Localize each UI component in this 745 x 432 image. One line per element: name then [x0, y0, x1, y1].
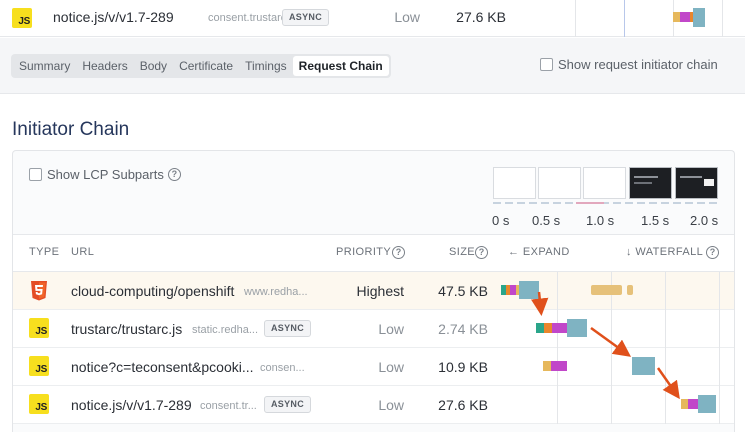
initiator-arrow-icon	[590, 326, 632, 357]
initiator-arrow-icon	[656, 367, 680, 400]
initiator-arrow-icon	[530, 291, 549, 316]
initiator-arrows	[530, 291, 680, 400]
